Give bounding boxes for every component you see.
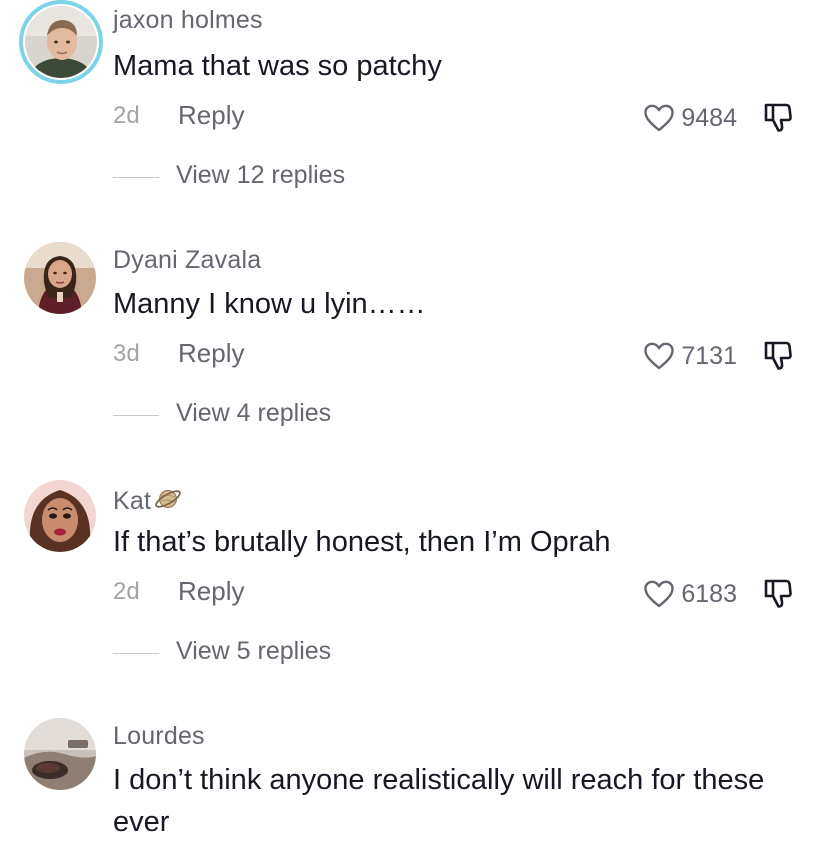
like-button[interactable]: 6183 — [643, 576, 737, 612]
avatar-image — [25, 6, 97, 78]
comment-item: jaxon holmes Mama that was so patchy 2d … — [0, 0, 828, 200]
heart-outline-icon — [644, 104, 675, 132]
comment-actions: 2d Reply 6183 — [113, 576, 803, 612]
avatar-image — [24, 242, 96, 314]
comment-username[interactable]: Dyani Zavala — [113, 246, 261, 275]
heart-outline-icon — [644, 580, 675, 608]
comment-username-text: Kat — [113, 487, 152, 515]
reply-button[interactable]: Reply — [178, 100, 244, 131]
comment-username[interactable]: Kat — [113, 484, 183, 516]
comment-username[interactable]: Lourdes — [113, 722, 205, 751]
comment-text: Mama that was so patchy — [113, 50, 442, 82]
view-replies-button[interactable]: View 12 replies — [176, 161, 345, 190]
comment-username[interactable]: jaxon holmes — [113, 6, 263, 35]
comment-item: Kat If that’s brutally honest, then I’m … — [0, 478, 828, 678]
comment-text: If that’s brutally honest, then I’m Opra… — [113, 526, 611, 558]
reply-button[interactable]: Reply — [178, 576, 244, 607]
dislike-button[interactable] — [763, 102, 793, 134]
like-count: 9484 — [681, 103, 737, 132]
dislike-button[interactable] — [763, 340, 793, 372]
heart-outline-icon — [644, 342, 675, 370]
view-replies-button[interactable]: View 5 replies — [176, 637, 331, 666]
comment-time: 2d — [113, 578, 140, 605]
avatar[interactable] — [24, 480, 96, 552]
like-count: 7131 — [681, 341, 737, 370]
thumbs-down-icon — [764, 341, 792, 370]
avatar[interactable] — [24, 242, 96, 314]
comment-time: 3d — [113, 340, 140, 367]
like-button[interactable]: 7131 — [643, 338, 737, 374]
comment-actions: 2d Reply 9484 — [113, 100, 803, 136]
avatar-image — [24, 718, 96, 790]
comment-item: Dyani Zavala Manny I know u lyin…… 3d Re… — [0, 240, 828, 440]
avatar[interactable] — [24, 718, 96, 790]
comment-text: I don’t think anyone realistically will … — [113, 764, 765, 838]
divider — [113, 653, 159, 654]
comment-actions: 3d Reply 7131 — [113, 338, 803, 374]
saturn-icon — [153, 484, 183, 514]
avatar-image — [24, 480, 96, 552]
divider — [113, 177, 159, 178]
reply-button[interactable]: Reply — [178, 338, 244, 369]
avatar[interactable] — [19, 0, 103, 84]
thumbs-down-icon — [764, 579, 792, 608]
like-count: 6183 — [681, 579, 737, 608]
divider — [113, 415, 159, 416]
dislike-button[interactable] — [763, 578, 793, 610]
like-button[interactable]: 9484 — [643, 100, 737, 136]
thumbs-down-icon — [764, 103, 792, 132]
comment-item: Lourdes I don’t think anyone realistical… — [0, 716, 828, 844]
view-replies-button[interactable]: View 4 replies — [176, 399, 331, 428]
comment-time: 2d — [113, 102, 140, 129]
comment-text: Manny I know u lyin…… — [113, 288, 426, 320]
